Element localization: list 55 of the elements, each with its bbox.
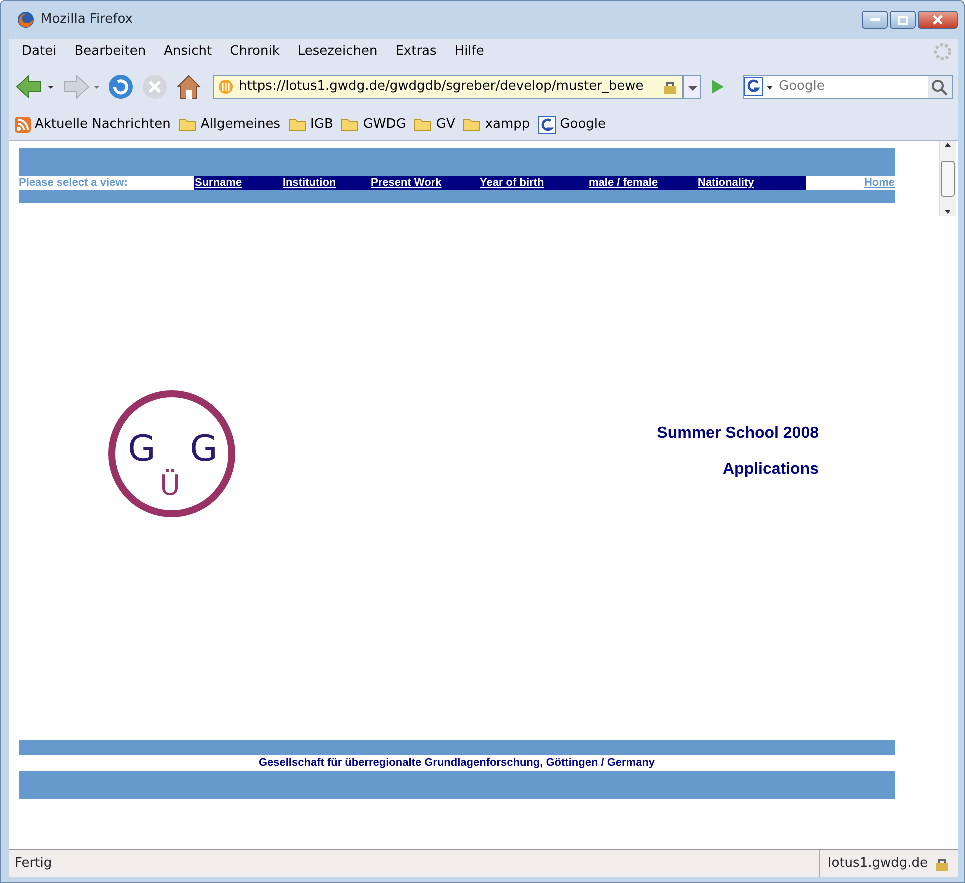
- bookmark[interactable]: Allgemeines: [178, 114, 281, 134]
- bookmark[interactable]: GWDG: [341, 114, 406, 134]
- close-button[interactable]: [918, 11, 958, 29]
- bookmark[interactable]: Google: [538, 114, 606, 134]
- site-icon: [218, 79, 234, 95]
- window-title: Mozilla Firefox: [41, 11, 133, 30]
- folder-icon: [178, 118, 197, 132]
- dropdown-icon[interactable]: [683, 75, 701, 99]
- bookmark[interactable]: Aktuelle Nachrichten: [15, 114, 171, 134]
- host-text: lotus1.gwdg.de: [828, 854, 928, 873]
- menu-item[interactable]: Chronik: [221, 42, 289, 62]
- menu-item[interactable]: Ansicht: [155, 42, 222, 62]
- menu-item[interactable]: Datei: [13, 42, 66, 62]
- scroll-down-icon[interactable]: [944, 208, 952, 216]
- folder-icon: [341, 118, 360, 132]
- browser-logo-icon: [17, 11, 35, 29]
- footer-text: Gesellschaft für überregionalte Grundlagenforschung, Göttingen / Germany: [258, 756, 656, 771]
- view-link[interactable]: Nationality: [698, 177, 754, 189]
- maximize-icon: [898, 16, 908, 24]
- search-box[interactable]: Google: [743, 75, 953, 99]
- menu-item[interactable]: Extras: [386, 42, 446, 62]
- home-icon[interactable]: [175, 73, 203, 101]
- bookmark[interactable]: IGB: [288, 114, 334, 134]
- throbber-icon: [934, 43, 952, 61]
- search-icon[interactable]: [928, 76, 952, 98]
- bookmark[interactable]: xampp: [463, 114, 530, 134]
- page-heading: Applications: [722, 460, 819, 478]
- scrollbar[interactable]: [939, 141, 956, 216]
- padlock-icon: [662, 80, 678, 94]
- search-engine-icon[interactable]: [744, 76, 776, 98]
- reload-icon[interactable]: [107, 73, 135, 101]
- view-prompt: Please select a view:: [19, 177, 129, 189]
- minimize-icon: [870, 18, 880, 22]
- google-icon: [538, 116, 556, 134]
- menu-item[interactable]: Lesezeichen: [288, 42, 387, 62]
- maximize-button[interactable]: [890, 11, 916, 29]
- page-heading: Summer School 2008: [657, 424, 819, 442]
- back-icon[interactable]: [15, 74, 55, 100]
- view-link[interactable]: Year of birth: [480, 177, 544, 189]
- view-link[interactable]: Institution: [283, 177, 336, 189]
- padlock-icon: [934, 856, 950, 870]
- feed-icon: [15, 116, 31, 132]
- menu-item[interactable]: Bearbeiten: [66, 42, 156, 62]
- status-text: Fertig: [15, 854, 52, 873]
- address-field[interactable]: https://lotus1.gwdg.de/gwdgdb/sgreber/develop/muster_bewe: [213, 75, 683, 99]
- folder-icon: [463, 118, 482, 132]
- view-link[interactable]: Surname: [195, 177, 242, 189]
- view-link[interactable]: male / female: [589, 177, 658, 189]
- menu-item[interactable]: Hilfe: [446, 42, 494, 62]
- close-icon: [933, 15, 943, 25]
- bookmark[interactable]: GV: [414, 114, 456, 134]
- minimize-button[interactable]: [862, 11, 888, 29]
- folder-icon: [414, 118, 432, 132]
- view-link[interactable]: Present Work: [371, 177, 442, 189]
- folder-icon: [288, 118, 307, 132]
